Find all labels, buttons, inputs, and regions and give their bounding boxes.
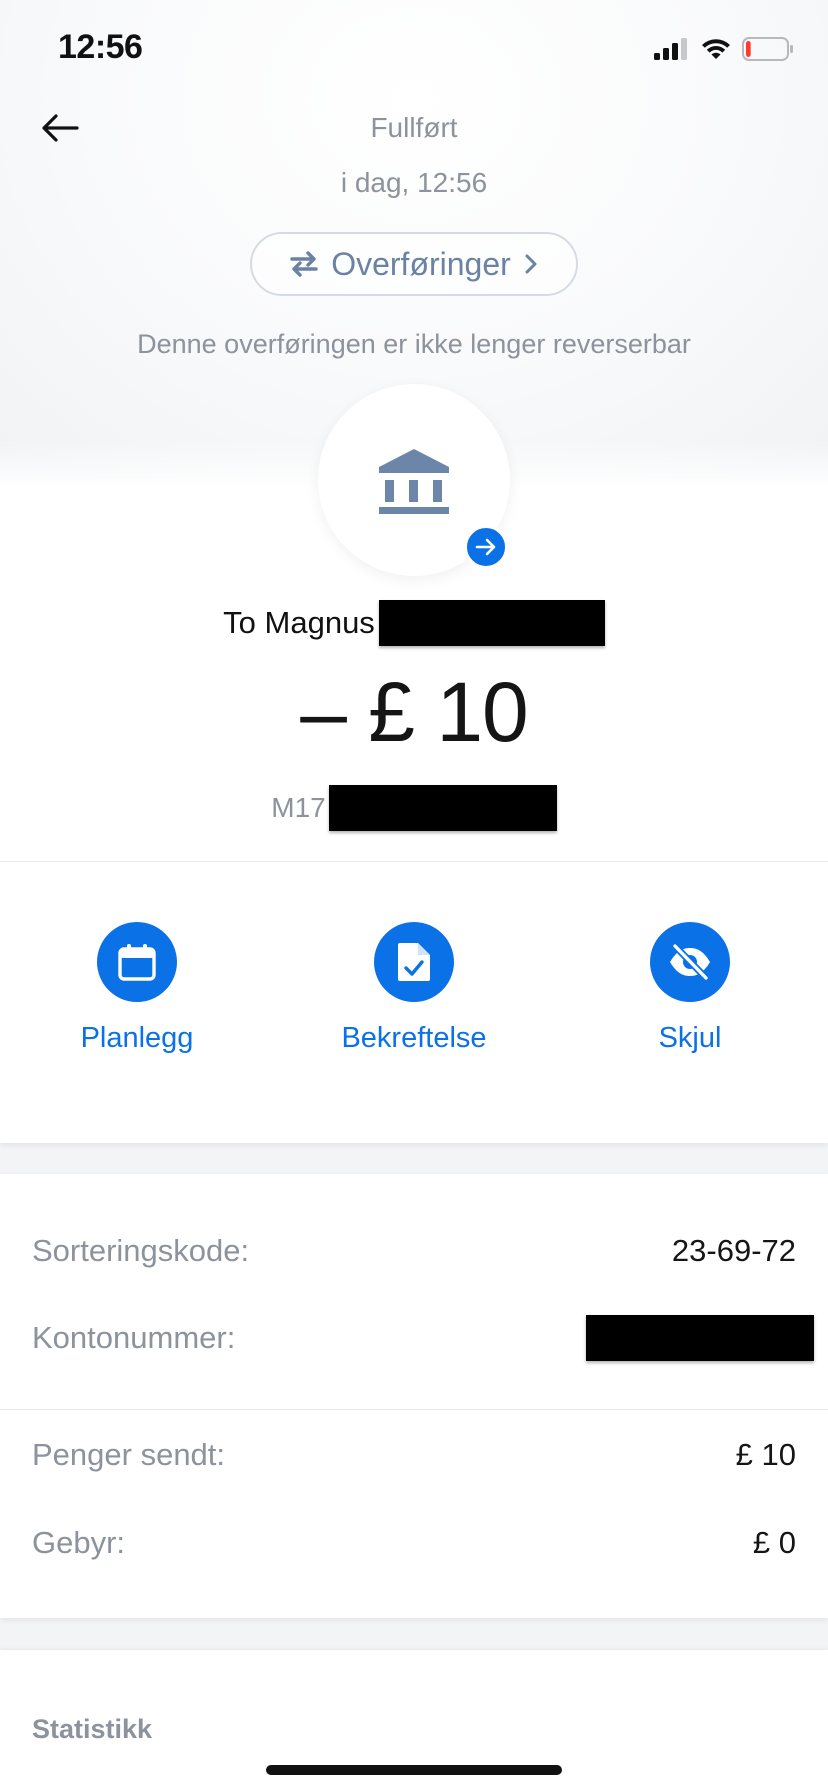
transaction-status: Fullført — [370, 112, 458, 143]
divider — [0, 1409, 828, 1410]
document-check-icon — [398, 943, 430, 981]
money-sent-label: Penger sendt: — [32, 1437, 226, 1472]
status-bar-icons — [654, 36, 794, 62]
confirmation-label: Bekreftelse — [341, 1022, 487, 1054]
home-indicator[interactable] — [266, 1765, 562, 1775]
hide-button[interactable]: Skjul — [580, 922, 800, 1055]
reference-text: M17 — [271, 792, 326, 823]
fee-value: £ 0 — [752, 1525, 796, 1560]
schedule-label: Planlegg — [80, 1022, 194, 1054]
bank-icon — [379, 449, 449, 514]
fee-row: Gebyr: £ 0 — [32, 1518, 796, 1568]
confirmation-button[interactable]: Bekreftelse — [304, 922, 524, 1055]
sort-code-row: Sorteringskode: 23-69-72 — [32, 1226, 796, 1276]
redacted-account-number — [586, 1315, 814, 1361]
transaction-amount: – £ 10 — [300, 665, 529, 759]
wifi-icon — [702, 39, 730, 59]
redacted-reference — [328, 785, 557, 831]
sort-code-label: Sorteringskode: — [32, 1233, 250, 1268]
category-pill-button[interactable]: Overføringer — [250, 232, 578, 296]
reference-row: M17 — [0, 785, 828, 831]
fee-label: Gebyr: — [32, 1525, 126, 1560]
money-sent-row: Penger sendt: £ 10 — [32, 1430, 796, 1480]
battery-icon — [742, 37, 793, 61]
hide-label: Skjul — [658, 1022, 722, 1054]
transaction-date: i dag, 12:56 — [340, 167, 488, 198]
statistics-title: Statistikk — [32, 1714, 153, 1744]
signal-icon — [654, 38, 687, 60]
account-number-row: Kontonummer: — [32, 1313, 814, 1363]
redacted-surname — [378, 600, 605, 646]
category-label: Overføringer — [331, 245, 511, 282]
money-sent-value: £ 10 — [735, 1437, 796, 1472]
calendar-icon — [118, 944, 156, 981]
divider — [0, 861, 828, 862]
eye-off-icon — [670, 942, 710, 982]
account-number-label: Kontonummer: — [32, 1320, 236, 1355]
reversibility-note: Denne overføringen er ikke lenger revers… — [137, 329, 691, 359]
schedule-button[interactable]: Planlegg — [27, 922, 247, 1055]
sort-code-value[interactable]: 23-69-72 — [672, 1233, 796, 1269]
transaction-details-screen: 12:56 Fullført i dag, 12:56 Overføringer… — [0, 0, 828, 1792]
status-bar-time: 12:56 — [58, 28, 143, 66]
chevron-right-icon — [525, 254, 537, 274]
recipient-name: To Magnus — [223, 605, 375, 640]
outgoing-badge — [464, 525, 508, 569]
swap-arrows-icon — [290, 251, 318, 277]
recipient-row: To Magnus — [0, 600, 828, 646]
arrow-right-icon — [475, 538, 496, 556]
